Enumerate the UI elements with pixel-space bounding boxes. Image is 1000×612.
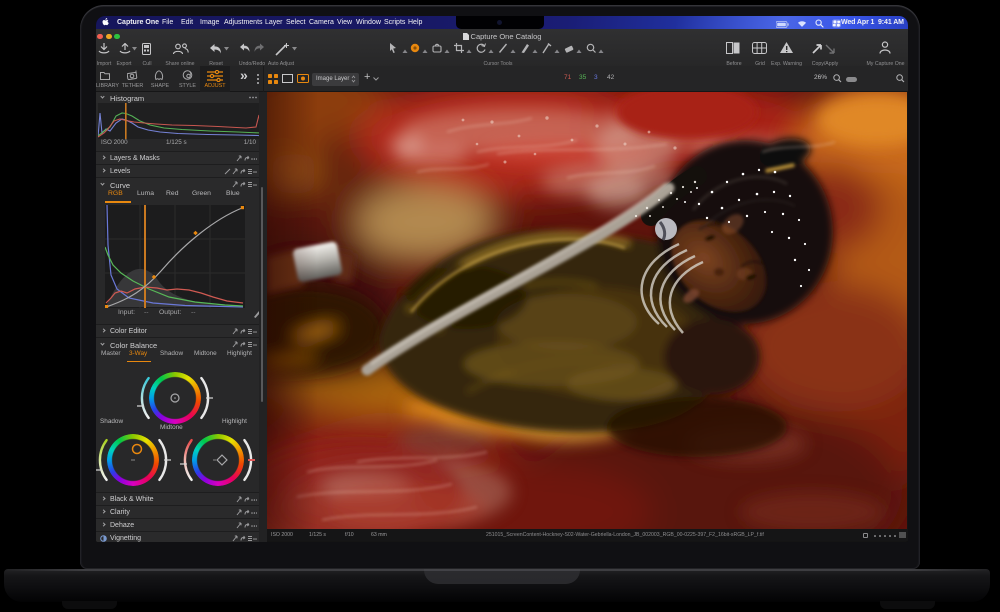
svg-text:6: 6: [135, 70, 138, 74]
